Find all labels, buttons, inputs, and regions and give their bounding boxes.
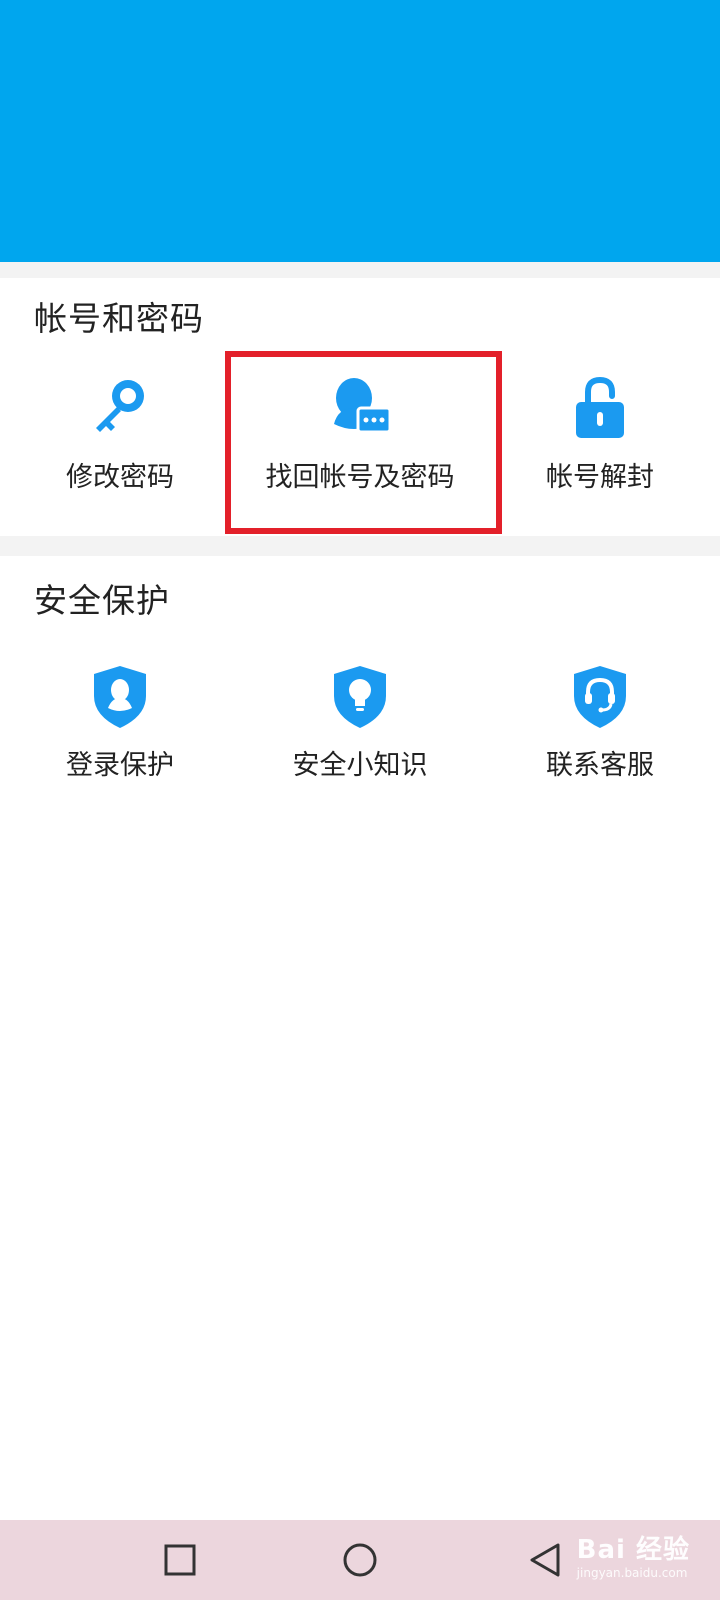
unlock-icon	[564, 372, 636, 444]
section-divider	[0, 262, 720, 278]
header-banner	[0, 0, 720, 262]
recover-account-button[interactable]: 找回帐号及密码	[240, 372, 480, 522]
contact-support-button[interactable]: 联系客服	[480, 660, 720, 810]
watermark-brand: Bai 经验	[576, 1535, 690, 1565]
key-icon	[84, 372, 156, 444]
login-protection-button[interactable]: 登录保护	[0, 660, 240, 810]
section-title-security: 安全保护	[34, 581, 170, 620]
shield-headset-icon	[564, 660, 636, 732]
baidu-jingyan-watermark: Bai 经验 jingyan.baidu.com	[577, 1529, 690, 1580]
shield-bulb-icon	[324, 660, 396, 732]
section-divider	[0, 536, 720, 556]
watermark-url: jingyan.baidu.com	[576, 1566, 688, 1580]
square-icon	[164, 1544, 196, 1576]
security-tips-label: 安全小知识	[292, 750, 428, 781]
unblock-account-button[interactable]: 帐号解封	[480, 372, 720, 522]
security-center-screen: 帐号和密码 修改密码 找回帐号及密码 帐号解封 安全保护 登录保护 安全小知识 …	[0, 0, 720, 1600]
contact-support-label: 联系客服	[546, 750, 654, 781]
section-title-account: 帐号和密码	[34, 299, 204, 338]
login-protection-label: 登录保护	[66, 750, 174, 781]
home-button[interactable]	[315, 1520, 405, 1600]
unblock-account-label: 帐号解封	[546, 462, 654, 493]
change-password-label: 修改密码	[66, 462, 174, 493]
recent-apps-button[interactable]	[135, 1520, 225, 1600]
system-nav-bar: Bai 经验 jingyan.baidu.com	[0, 1520, 720, 1600]
qq-penguin-message-icon	[324, 372, 396, 444]
circle-icon	[343, 1543, 377, 1577]
recover-account-label: 找回帐号及密码	[265, 462, 455, 493]
change-password-button[interactable]: 修改密码	[0, 372, 240, 522]
triangle-back-icon	[530, 1543, 560, 1577]
shield-penguin-icon	[84, 660, 156, 732]
security-tips-button[interactable]: 安全小知识	[240, 660, 480, 810]
